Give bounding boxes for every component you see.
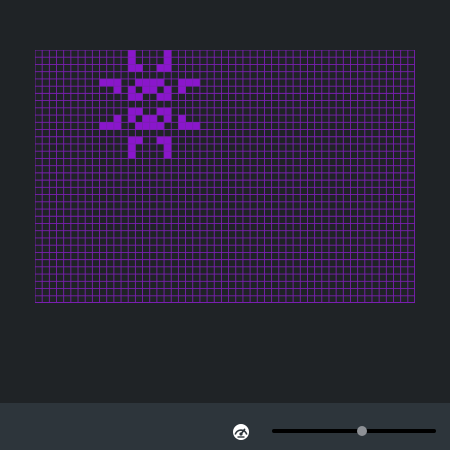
live-cell[interactable]: [142, 86, 150, 94]
live-cell[interactable]: [128, 86, 136, 94]
live-cell[interactable]: [113, 86, 122, 94]
live-cell[interactable]: [128, 50, 136, 58]
live-cell[interactable]: [149, 122, 157, 130]
live-cell[interactable]: [128, 143, 136, 152]
live-cell[interactable]: [164, 86, 172, 94]
live-cell[interactable]: [135, 93, 143, 101]
live-cell[interactable]: [149, 78, 157, 87]
live-cell[interactable]: [192, 122, 200, 130]
speed-slider[interactable]: [272, 420, 436, 442]
live-cell[interactable]: [164, 64, 172, 72]
live-cell[interactable]: [178, 115, 186, 123]
live-cell[interactable]: [185, 78, 193, 87]
live-cell[interactable]: [128, 151, 136, 159]
live-cell[interactable]: [135, 136, 143, 144]
live-cell[interactable]: [142, 115, 150, 123]
live-cell[interactable]: [113, 115, 122, 123]
live-cell[interactable]: [164, 151, 172, 159]
live-cell[interactable]: [135, 78, 143, 87]
live-cell[interactable]: [135, 122, 143, 130]
live-cell[interactable]: [156, 64, 165, 72]
live-cell[interactable]: [185, 122, 193, 130]
live-cell[interactable]: [128, 115, 136, 123]
live-cell[interactable]: [156, 136, 165, 144]
game-board[interactable]: [35, 50, 415, 303]
live-cell[interactable]: [164, 107, 172, 116]
live-cell[interactable]: [128, 107, 136, 116]
live-cell[interactable]: [149, 86, 157, 94]
live-cell[interactable]: [178, 122, 186, 130]
live-cell[interactable]: [149, 115, 157, 123]
live-cell[interactable]: [164, 93, 172, 101]
live-cell[interactable]: [106, 122, 114, 130]
live-cell[interactable]: [156, 122, 165, 130]
live-cell[interactable]: [128, 136, 136, 144]
speedometer-icon: [233, 424, 249, 440]
live-cell[interactable]: [142, 122, 150, 130]
live-cell[interactable]: [106, 78, 114, 87]
live-cell[interactable]: [156, 93, 165, 101]
live-cell[interactable]: [99, 78, 107, 87]
live-cell[interactable]: [164, 136, 172, 144]
slider-thumb[interactable]: [357, 426, 368, 436]
live-cell[interactable]: [192, 78, 200, 87]
live-cell[interactable]: [164, 115, 172, 123]
live-cell[interactable]: [135, 107, 143, 116]
live-cell[interactable]: [99, 122, 107, 130]
live-cell[interactable]: [178, 78, 186, 87]
live-cell[interactable]: [164, 50, 172, 58]
live-cell[interactable]: [156, 78, 165, 87]
live-cell[interactable]: [178, 86, 186, 94]
live-cell[interactable]: [128, 64, 136, 72]
slider-track[interactable]: [272, 429, 436, 433]
live-cell[interactable]: [164, 57, 172, 65]
live-cell[interactable]: [113, 122, 122, 130]
live-cell[interactable]: [156, 107, 165, 116]
live-cell[interactable]: [142, 78, 150, 87]
live-cell[interactable]: [128, 93, 136, 101]
live-cell[interactable]: [128, 57, 136, 65]
live-cell[interactable]: [113, 78, 122, 87]
live-cell[interactable]: [164, 143, 172, 152]
live-cell[interactable]: [135, 64, 143, 72]
